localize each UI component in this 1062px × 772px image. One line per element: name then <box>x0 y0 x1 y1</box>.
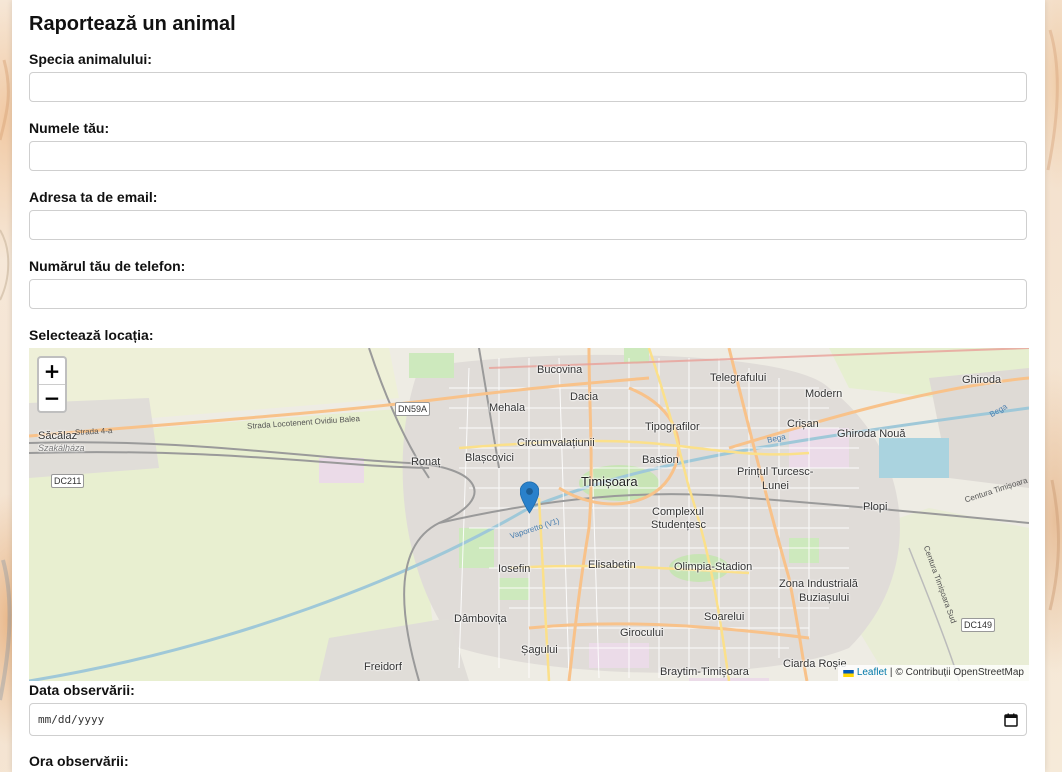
attribution-text: © Contribuții OpenStreetMap <box>895 667 1024 678</box>
email-label: Adresa ta de email: <box>29 189 158 205</box>
map-label-iosefin: Iosefin <box>498 563 531 575</box>
map-label-ghiroda: Ghiroda <box>962 374 1002 386</box>
road-shield-dn59a: DN59A <box>395 402 431 416</box>
map-label-sacalaz: Săcălaz <box>38 430 78 442</box>
zoom-control: + − <box>37 356 67 413</box>
map-label-soarelui: Soarelui <box>704 611 745 623</box>
map-label-dacia: Dacia <box>570 391 599 403</box>
zoom-in-button[interactable]: + <box>39 358 65 384</box>
map-label-zona-industriala: Zona Industrială <box>779 578 858 590</box>
attribution-separator: | <box>889 667 893 678</box>
map-label-buziasului: Buziașului <box>799 592 850 604</box>
map-label-crisan: Crișan <box>787 418 819 430</box>
species-input[interactable] <box>29 72 1027 102</box>
map-label-olimpia: Olimpia-Stadion <box>674 561 753 573</box>
page-title: Raportează un animal <box>29 13 236 35</box>
map-label-tipografilor: Tipografilor <box>645 421 700 433</box>
map-label-timisoara: Timișoara <box>581 474 638 489</box>
map-label-modern: Modern <box>805 388 843 400</box>
map-label-printul: Prințul Turcesc- <box>737 466 814 478</box>
location-label: Selectează locația: <box>29 327 154 343</box>
phone-input[interactable] <box>29 279 1027 309</box>
time-label: Ora observării: <box>29 753 129 769</box>
report-form-card: Raportează un animal Specia animalului: … <box>12 0 1045 772</box>
map-label-bucovina: Bucovina <box>537 364 583 376</box>
map-label-studentesc: Studențesc <box>651 519 707 531</box>
location-map[interactable]: + − Bucovina Telegrafului Ghiroda Dacia … <box>29 348 1029 681</box>
date-input[interactable]: mm/dd/yyyy <box>29 703 1027 736</box>
email-input[interactable] <box>29 210 1027 240</box>
phone-label: Numărul tău de telefon: <box>29 258 186 274</box>
location-marker-icon[interactable] <box>520 481 539 514</box>
map-label-mehala: Mehala <box>489 402 526 414</box>
map-label-freidorf: Freidorf <box>364 661 402 673</box>
name-input[interactable] <box>29 141 1027 171</box>
date-placeholder: mm/dd/yyyy <box>38 713 105 726</box>
map-label-telegrafului: Telegrafului <box>710 372 767 384</box>
ukraine-flag-icon <box>843 669 854 677</box>
map-label-complex: Complexul <box>652 506 704 518</box>
species-label: Specia animalului: <box>29 51 152 67</box>
map-label-girocului: Girocului <box>620 627 664 639</box>
map-label-plopi: Plopi <box>863 501 888 513</box>
map-label-elisabetin: Elisabetin <box>588 559 636 571</box>
zoom-out-button[interactable]: − <box>39 384 65 411</box>
date-label: Data observării: <box>29 682 135 698</box>
road-shield-dc149: DC149 <box>961 618 996 632</box>
map-attribution: Leaflet | © Contribuții OpenStreetMap <box>837 665 1029 681</box>
map-label-sagului: Șagului <box>521 644 558 656</box>
map-label-ronat: Ronaț <box>411 456 441 468</box>
calendar-icon[interactable] <box>1004 713 1018 727</box>
map-label-blascovici: Blașcovici <box>465 452 514 464</box>
map-label-braytim: Braytim-Timișoara <box>660 666 749 678</box>
road-shield-dc211: DC211 <box>51 474 85 488</box>
map-label-dambovita: Dâmbovița <box>454 613 507 625</box>
name-label: Numele tău: <box>29 120 110 136</box>
map-label-circumvalatiunii: Circumvalațiunii <box>517 437 595 449</box>
map-label-sacalaz-hu: Szakálháza <box>38 443 85 453</box>
map-label-lunei: Lunei <box>762 480 789 492</box>
leaflet-link[interactable]: Leaflet <box>857 666 887 680</box>
map-label-bastion: Bastion <box>642 454 679 466</box>
map-tiles <box>29 348 1029 681</box>
map-label-ghiroda-noua: Ghiroda Nouă <box>837 428 906 440</box>
